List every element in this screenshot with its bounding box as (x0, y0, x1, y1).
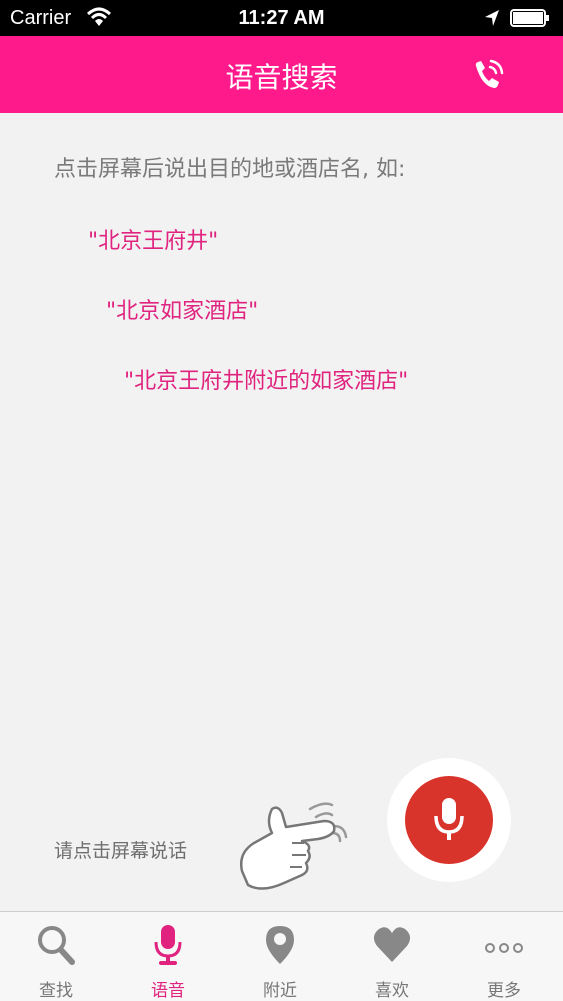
example-query: "北京王府井" (88, 229, 219, 254)
mic-button-core (405, 776, 493, 864)
instruction-text: 点击屏幕后说出目的地或酒店名, 如: (54, 157, 406, 182)
tab-more[interactable]: 更多 (448, 912, 560, 1001)
navigation-bar: 语音搜索 (0, 36, 563, 113)
tab-search[interactable]: 查找 (0, 912, 112, 1001)
location-arrow-icon (485, 10, 499, 26)
tap-to-speak-area[interactable]: 点击屏幕后说出目的地或酒店名, 如: "北京王府井" "北京如家酒店" "北京王… (0, 113, 563, 911)
tab-bar: 查找 语音 附近 喜欢 更多 (0, 911, 563, 1001)
phone-call-button[interactable] (466, 54, 510, 98)
tab-label: 更多 (487, 981, 521, 1001)
tab-label: 附近 (263, 981, 297, 1001)
example-query: "北京如家酒店" (106, 299, 259, 324)
tab-label: 语音 (151, 981, 185, 1001)
tab-label: 喜欢 (375, 981, 409, 1001)
tap-hint-text: 请点击屏幕说话 (54, 840, 188, 862)
battery-icon (510, 9, 549, 27)
tab-nearby[interactable]: 附近 (224, 912, 336, 1001)
tapping-hand-icon (240, 802, 348, 890)
microphone-icon (434, 798, 464, 840)
tab-voice[interactable]: 语音 (112, 912, 224, 1001)
heart-icon (373, 927, 411, 962)
tab-label: 查找 (39, 981, 73, 1001)
microphone-icon (154, 925, 182, 965)
status-bar: Carrier 11:27 AM (0, 0, 563, 36)
search-icon (38, 926, 75, 965)
phone-call-icon (475, 59, 504, 88)
status-time: 11:27 AM (238, 7, 325, 29)
example-query: "北京王府井附近的如家酒店" (124, 369, 409, 394)
location-pin-icon (266, 926, 294, 964)
voice-input-button[interactable] (387, 758, 511, 882)
more-dots-icon (485, 943, 523, 953)
tab-favorites[interactable]: 喜欢 (336, 912, 448, 1001)
